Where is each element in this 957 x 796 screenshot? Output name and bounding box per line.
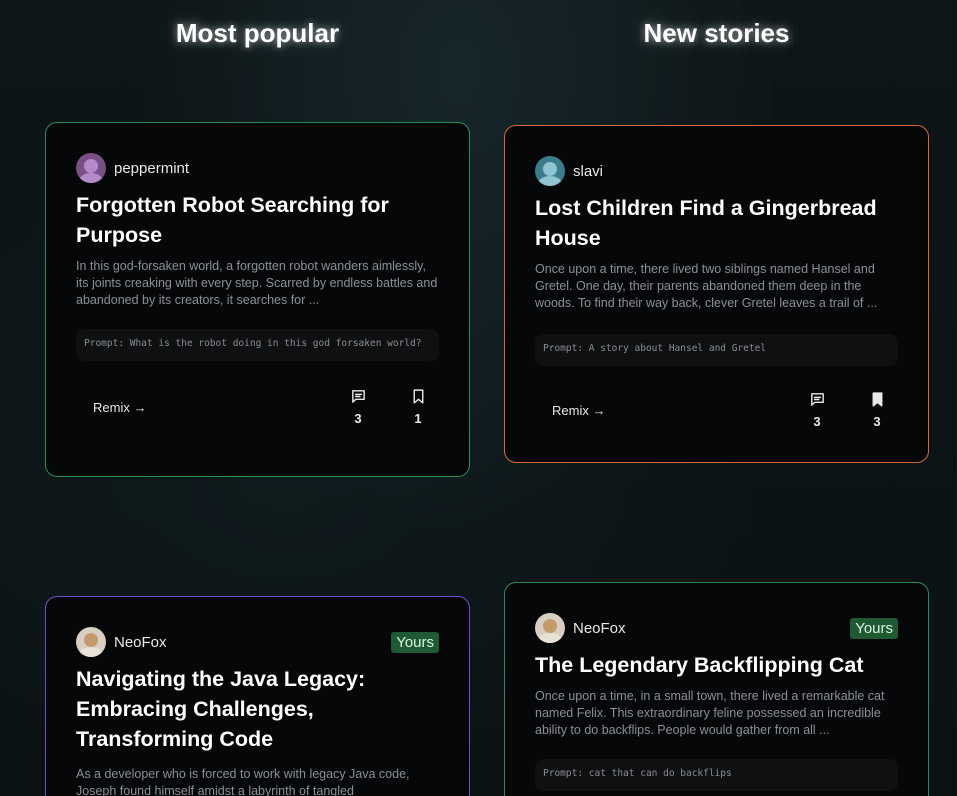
story-excerpt: Once upon a time, there lived two siblin… <box>535 262 878 310</box>
story-author: peppermint <box>76 153 439 183</box>
comment-icon <box>810 393 824 406</box>
bookmark-outline-icon <box>413 389 423 404</box>
avatar[interactable] <box>535 156 565 186</box>
comment-count: 3 <box>354 411 362 426</box>
remix-button[interactable]: Remix → <box>76 400 163 415</box>
avatar[interactable] <box>535 613 565 643</box>
most-popular-heading: Most popular <box>175 18 340 48</box>
story-card[interactable]: peppermint Forgotten Robot Searching for… <box>45 122 470 477</box>
avatar[interactable] <box>76 627 106 657</box>
bookmark-filled-icon <box>872 392 882 407</box>
story-author: slavi <box>535 156 898 186</box>
comment-icon <box>351 390 365 403</box>
author-name[interactable]: NeoFox <box>114 634 167 651</box>
bookmark-button[interactable]: 1 <box>408 388 428 426</box>
comment-count: 3 <box>813 414 821 429</box>
author-name[interactable]: NeoFox <box>573 620 626 637</box>
author-name[interactable]: peppermint <box>114 160 189 177</box>
story-title[interactable]: The Legendary Backflipping Cat <box>535 650 898 680</box>
story-author: NeoFox Yours <box>535 613 898 643</box>
avatar[interactable] <box>76 153 106 183</box>
story-title[interactable]: Navigating the Java Legacy: Embracing Ch… <box>76 664 439 754</box>
author-name[interactable]: slavi <box>573 163 603 180</box>
story-excerpt: In this god-forsaken world, a forgotten … <box>76 259 438 307</box>
yours-badge: Yours <box>391 631 439 653</box>
story-title[interactable]: Lost Children Find a Gingerbread House <box>535 193 898 253</box>
story-prompt: Prompt: A story about Hansel and Gretel <box>535 334 898 366</box>
bookmark-count: 3 <box>873 414 881 429</box>
yours-badge: Yours <box>850 617 898 639</box>
story-card[interactable]: NeoFox Yours The Legendary Backflipping … <box>504 582 929 796</box>
comments-button[interactable]: 3 <box>807 391 827 429</box>
story-title[interactable]: Forgotten Robot Searching for Purpose <box>76 190 439 250</box>
story-excerpt: As a developer who is forced to work wit… <box>76 767 410 796</box>
story-prompt: Prompt: What is the robot doing in this … <box>76 329 439 361</box>
new-stories-heading: New stories <box>643 18 790 48</box>
comments-button[interactable]: 3 <box>348 388 368 426</box>
story-card[interactable]: NeoFox Yours Navigating the Java Legacy:… <box>45 596 470 796</box>
story-card[interactable]: slavi Lost Children Find a Gingerbread H… <box>504 125 929 463</box>
story-author: NeoFox Yours <box>76 627 439 657</box>
story-prompt: Prompt: cat that can do backflips <box>535 759 898 791</box>
remix-button[interactable]: Remix → <box>535 403 622 418</box>
story-excerpt: Once upon a time, in a small town, there… <box>535 689 885 737</box>
bookmark-count: 1 <box>414 411 422 426</box>
bookmark-button[interactable]: 3 <box>867 391 887 429</box>
